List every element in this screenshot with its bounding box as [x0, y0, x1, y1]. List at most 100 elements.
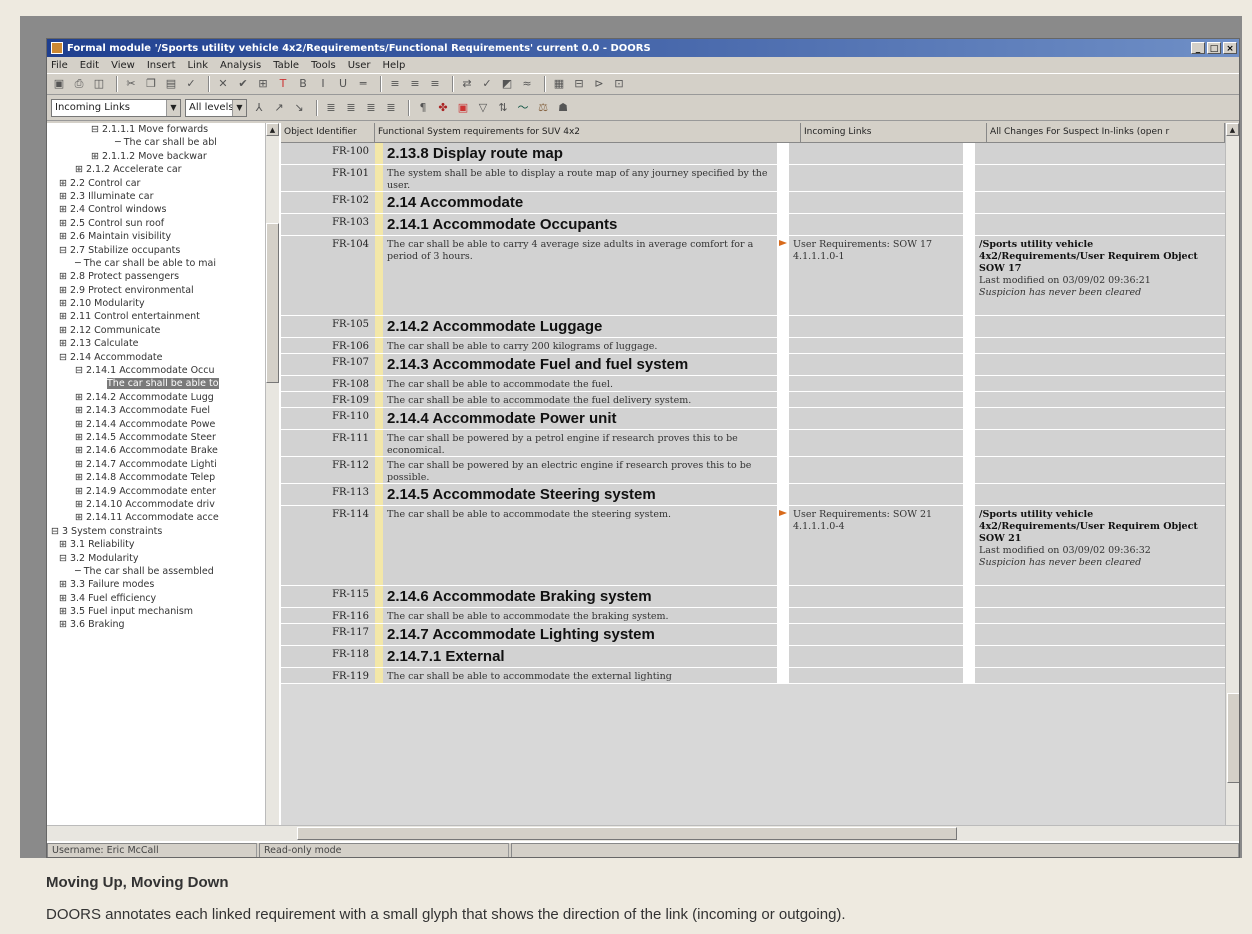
requirement-text[interactable]: The car shall be powered by a petrol eng…	[383, 430, 777, 456]
requirement-heading[interactable]: 2.14.7 Accommodate Lighting system	[383, 624, 777, 645]
delete-icon[interactable]: ✕	[215, 77, 231, 91]
suspect-change-cell[interactable]	[975, 392, 1225, 407]
bold-icon[interactable]: B	[295, 77, 311, 91]
tree-item[interactable]: ⊞ 2.8 Protect passengers	[47, 270, 278, 283]
tree-item[interactable]: ─ The car shall be able to mai	[47, 257, 278, 270]
table-row[interactable]: FR-119 The car shall be able to accommoda…	[281, 668, 1225, 684]
outline-icon[interactable]: ⊟	[571, 77, 587, 91]
level-1-icon[interactable]: ≣	[323, 101, 339, 115]
suspect-change-cell[interactable]	[975, 354, 1225, 375]
menu-help[interactable]: Help	[383, 60, 406, 71]
table-scrollbar[interactable]: ▲	[1225, 123, 1239, 825]
incoming-link-cell[interactable]	[789, 668, 963, 683]
requirement-text[interactable]: The car shall be able to carry 200 kilog…	[383, 338, 777, 353]
tree-item[interactable]: ⊞ 2.14.8 Accommodate Telep	[47, 471, 278, 484]
graphics-icon[interactable]: ✤	[435, 101, 451, 115]
scroll-up-arrow-icon[interactable]: ▲	[1226, 123, 1239, 136]
suspect-change-cell[interactable]	[975, 668, 1225, 683]
mark-icon[interactable]: ✓	[479, 77, 495, 91]
tree-item[interactable]: ⊞ 2.6 Maintain visibility	[47, 230, 278, 243]
col-incoming-links[interactable]: Incoming Links	[801, 123, 987, 142]
align-right-icon[interactable]: ≡	[427, 77, 443, 91]
menu-analysis[interactable]: Analysis	[220, 60, 261, 71]
suspect-change-cell[interactable]: /Sports utility vehicle 4x2/Requirements…	[975, 506, 1225, 585]
col-suspect-changes[interactable]: All Changes For Suspect In-links (open r	[987, 123, 1225, 142]
tree-scrollbar[interactable]: ▲	[265, 123, 279, 825]
level-2-icon[interactable]: ≣	[343, 101, 359, 115]
table-row[interactable]: FR-112 The car shall be powered by an ele…	[281, 457, 1225, 484]
view-select[interactable]: Incoming Links ▼	[51, 98, 181, 117]
level-3-icon[interactable]: ≣	[363, 101, 379, 115]
tree-item[interactable]: ⊞ 2.13 Calculate	[47, 337, 278, 350]
grid-icon[interactable]: ▦	[551, 77, 567, 91]
incoming-link-cell[interactable]	[789, 484, 963, 505]
incoming-link-cell[interactable]	[789, 586, 963, 607]
requirement-heading[interactable]: 2.14.1 Accommodate Occupants	[383, 214, 777, 235]
incoming-link-cell[interactable]: User Requirements: SOW 17 4.1.1.1.0-1	[789, 236, 963, 315]
tree-scroll-thumb[interactable]	[266, 223, 279, 383]
tree-item[interactable]: ⊞ 2.14.4 Accommodate Powe	[47, 418, 278, 431]
incoming-link-cell[interactable]	[789, 143, 963, 164]
incoming-link-cell[interactable]	[789, 165, 963, 191]
menu-file[interactable]: File	[51, 60, 68, 71]
requirement-text[interactable]: The car shall be able to accommodate the…	[383, 376, 777, 391]
requirement-text[interactable]: The car shall be powered by an electric …	[383, 457, 777, 483]
tree-item[interactable]: ⊞ 2.14.11 Accommodate acce	[47, 511, 278, 524]
tree-item[interactable]: ⊟ 3.2 Modularity	[47, 552, 278, 565]
print-icon[interactable]: ⎙	[71, 77, 87, 91]
tree-item[interactable]: ⊞ 2.4 Control windows	[47, 203, 278, 216]
collapse-icon[interactable]: ⊡	[611, 77, 627, 91]
tree-item[interactable]: ⊟ 2.14.1 Accommodate Occu	[47, 364, 278, 377]
tree-item[interactable]: ⊞ 2.2 Control car	[47, 177, 278, 190]
tree-item[interactable]: ⊞ 3.3 Failure modes	[47, 578, 278, 591]
tree-item[interactable]: ⊞ 2.5 Control sun roof	[47, 217, 278, 230]
table-row[interactable]: FR-103 2.14.1 Accommodate Occupants	[281, 214, 1225, 236]
tree-item[interactable]: ⊞ 2.14.7 Accommodate Lighti	[47, 458, 278, 471]
table-row[interactable]: FR-108 The car shall be able to accommoda…	[281, 376, 1225, 392]
incoming-link-cell[interactable]	[789, 376, 963, 391]
incoming-link-cell[interactable]: User Requirements: SOW 21 4.1.1.1.0-4	[789, 506, 963, 585]
insert-column-icon[interactable]: ⅄	[251, 101, 267, 115]
tree-item[interactable]: ⊟ 2.1.1.1 Move forwards	[47, 123, 278, 136]
menu-insert[interactable]: Insert	[147, 60, 176, 71]
incoming-link-cell[interactable]	[789, 646, 963, 667]
funnel-icon[interactable]: ▽	[475, 101, 491, 115]
tree-item[interactable]: ⊞ 2.14.3 Accommodate Fuel	[47, 404, 278, 417]
table-row[interactable]: FR-116 The car shall be able to accommoda…	[281, 608, 1225, 624]
suspect-change-cell[interactable]	[975, 430, 1225, 456]
incoming-link-cell[interactable]	[789, 192, 963, 213]
col-object-identifier[interactable]: Object Identifier	[281, 123, 375, 142]
incoming-link-cell[interactable]	[789, 608, 963, 623]
table-row[interactable]: FR-105 2.14.2 Accommodate Luggage	[281, 316, 1225, 338]
tree-item[interactable]: ⊟ 2.14 Accommodate	[47, 351, 278, 364]
requirement-text[interactable]: The car shall be able to accommodate the…	[383, 506, 777, 585]
spellcheck-icon[interactable]: ✓	[183, 77, 199, 91]
incoming-link-cell[interactable]	[789, 408, 963, 429]
check-icon[interactable]: ✔	[235, 77, 251, 91]
paste-icon[interactable]: ▤	[163, 77, 179, 91]
requirement-text[interactable]: The car shall be able to accommodate the…	[383, 668, 777, 683]
level-select[interactable]: All levels ▼	[185, 98, 247, 117]
menu-user[interactable]: User	[348, 60, 371, 71]
expand-icon[interactable]: ⊳	[591, 77, 607, 91]
incoming-link-glyph-icon[interactable]	[778, 508, 788, 518]
tree-item[interactable]: ⊞ 2.14.5 Accommodate Steer	[47, 431, 278, 444]
suspect-change-cell[interactable]	[975, 338, 1225, 353]
menu-view[interactable]: View	[111, 60, 135, 71]
suspect-change-cell[interactable]	[975, 484, 1225, 505]
tree-item[interactable]: ⊞ 2.1.1.2 Move backwar	[47, 150, 278, 163]
analysis-icon[interactable]: ⚖	[535, 101, 551, 115]
tree-item[interactable]: ⊞ 2.14.9 Accommodate enter	[47, 485, 278, 498]
requirement-text[interactable]: The car shall be able to accommodate the…	[383, 392, 777, 407]
incoming-link-cell[interactable]	[789, 457, 963, 483]
requirement-heading[interactable]: 2.14.6 Accommodate Braking system	[383, 586, 777, 607]
tree-item[interactable]: ⊞ 2.11 Control entertainment	[47, 310, 278, 323]
filter-text-icon[interactable]: ≈	[519, 77, 535, 91]
incoming-link-cell[interactable]	[789, 624, 963, 645]
headings-icon[interactable]: ¶	[415, 101, 431, 115]
horizontal-scrollbar[interactable]	[47, 825, 1239, 841]
table-row[interactable]: FR-109 The car shall be able to accommoda…	[281, 392, 1225, 408]
table-row[interactable]: FR-101 The system shall be able to displa…	[281, 165, 1225, 192]
table-row[interactable]: FR-117 2.14.7 Accommodate Lighting system	[281, 624, 1225, 646]
table-icon[interactable]: ⊞	[255, 77, 271, 91]
